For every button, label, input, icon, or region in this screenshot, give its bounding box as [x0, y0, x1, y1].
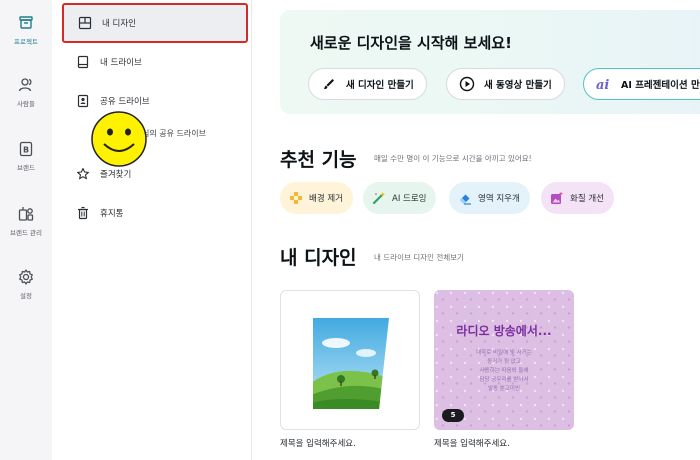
chip-label: 영역 지우개: [478, 194, 520, 204]
design-card[interactable]: 라디오 방송에서... 대학로 비밀에 빛 사거는 동거가 될 없고 사용하는 …: [434, 290, 574, 430]
sidebar-item-my-designs[interactable]: 내 디자인: [62, 3, 248, 43]
rail-item-brand[interactable]: B 브랜드: [0, 140, 52, 172]
chip-area-eraser[interactable]: 영역 지우개: [449, 182, 530, 214]
play-icon: [459, 76, 475, 92]
gear-icon: [19, 269, 33, 285]
rail-item-projects[interactable]: 프로젝트: [0, 14, 52, 46]
design-card[interactable]: [280, 290, 420, 430]
sidebar-item-label: 내 디자인: [102, 19, 136, 29]
chip-remove-background[interactable]: 배경 제거: [280, 182, 353, 214]
design-card-heading: 라디오 방송에서...: [456, 324, 552, 338]
left-rail: 프로젝트 사람들 B 브랜드 브랜드 관리 설정: [0, 0, 52, 460]
new-video-button[interactable]: 새 동영상 만들기: [446, 68, 565, 100]
ai-icon: ai: [596, 78, 609, 92]
ai-presentation-label: AI 프레젠테이션 만: [621, 80, 700, 91]
svg-text:B: B: [23, 146, 29, 155]
rail-label: 브랜드: [17, 164, 35, 172]
rail-label: 사람들: [17, 100, 35, 108]
main-content: 새로운 디자인을 시작해 보세요! 새 디자인 만들기 새 동영상 만들기 ai…: [252, 0, 700, 460]
star-icon: [77, 167, 89, 180]
folder-icon: [19, 16, 33, 29]
magic-wand-icon: [372, 192, 385, 205]
sidebar-item-trash[interactable]: 휴지통: [62, 193, 248, 233]
enhance-icon: [551, 191, 564, 204]
rail-label: 브랜드 관리: [10, 229, 42, 237]
sidebar-item-label: 공유 드라이브: [100, 97, 150, 107]
design-card-text-line: 사용하는 따음의 둘에: [479, 368, 529, 374]
landscape-thumbnail: [313, 318, 389, 409]
design-card-text-line: 동거가 될 없고: [487, 359, 521, 365]
svg-text:ai: ai: [596, 78, 609, 92]
new-video-label: 새 동영상 만들기: [484, 80, 552, 91]
design-card-text-line: 담당 공우리를 받아서: [479, 377, 529, 383]
new-design-button[interactable]: 새 디자인 만들기: [308, 68, 427, 100]
rail-label: 프로젝트: [14, 38, 38, 46]
chip-label: 배경 제거: [309, 194, 343, 204]
smiley-face-icon: [91, 111, 147, 167]
rail-label: 설정: [20, 292, 32, 300]
eraser-icon: [460, 194, 471, 205]
grid-icon: [78, 16, 92, 30]
design-card-text-line: 발동 뿐고미빈: [487, 386, 521, 392]
sidebar-item-my-drive[interactable]: 내 드라이브: [62, 42, 248, 82]
view-all-drive-designs-link[interactable]: 내 드라이브 디자인 전체보기: [374, 252, 464, 263]
sidebar: 내 디자인 내 드라이브 공유 드라이브 님의 공유 드라이브 즐겨찾기 휴지통: [52, 0, 252, 460]
page-count-badge: 5: [442, 409, 464, 422]
new-design-label: 새 디자인 만들기: [346, 80, 414, 91]
design-card-text-line: 대학로 비밀에 빛 사거는: [476, 350, 532, 356]
recommended-features-title: 추천 기능: [280, 149, 357, 171]
design-card-caption: 제목을 입력해주세요.: [434, 439, 510, 449]
recommended-features-subtitle: 매일 수만 명이 이 기능으로 시간을 아끼고 있어요!: [374, 154, 532, 163]
chip-ai-drawing[interactable]: AI 드로잉: [363, 182, 437, 214]
sidebar-item-label: 휴지통: [100, 209, 124, 219]
rail-item-settings[interactable]: 설정: [0, 268, 52, 300]
hero-title: 새로운 디자인을 시작해 보세요!: [310, 34, 512, 52]
chip-quality-enhance[interactable]: 화질 개선: [541, 182, 614, 214]
my-designs-title: 내 디자인: [280, 247, 357, 269]
rail-item-people[interactable]: 사람들: [0, 76, 52, 108]
shared-drive-sub-item[interactable]: 님의 공유 드라이브: [142, 128, 206, 139]
hero-banner: 새로운 디자인을 시작해 보세요! 새 디자인 만들기 새 동영상 만들기 ai…: [280, 10, 700, 114]
rail-item-brand-manage[interactable]: 브랜드 관리: [0, 205, 52, 237]
bg-remove-icon: [290, 192, 302, 204]
ai-presentation-button[interactable]: ai AI 프레젠테이션 만: [583, 68, 700, 100]
sidebar-item-label: 즐겨찾기: [100, 170, 132, 180]
people-icon: [18, 78, 32, 92]
design-card-caption: 제목을 입력해주세요.: [280, 439, 356, 449]
brand-icon: B: [19, 141, 33, 157]
sidebar-item-label: 내 드라이브: [100, 58, 142, 68]
brush-icon: [321, 76, 337, 92]
shared-drive-icon: [77, 94, 89, 108]
brand-manage-icon: [18, 207, 34, 221]
chip-label: 화질 개선: [570, 194, 604, 204]
trash-icon: [78, 206, 88, 220]
chip-label: AI 드로잉: [392, 194, 427, 204]
drive-icon: [77, 55, 89, 69]
